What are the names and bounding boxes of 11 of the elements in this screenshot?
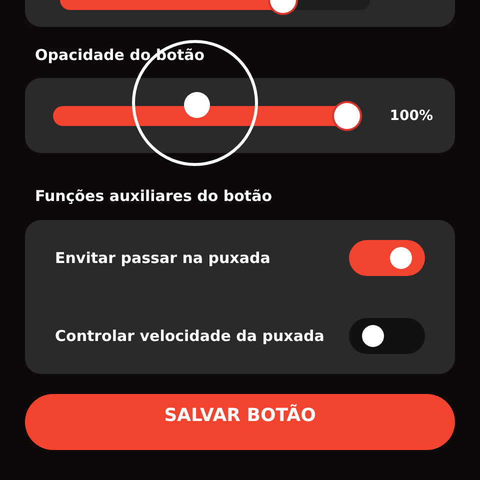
opacity-value: 100% <box>390 108 433 124</box>
toggle-label: Controlar velocidade da puxada <box>55 327 324 345</box>
save-button[interactable]: SALVAR BOTÃO <box>25 394 455 450</box>
section-heading: Funções auxiliares do botão <box>35 186 274 206</box>
section-heading: Opacidade do botão <box>35 45 206 65</box>
toggle-switch[interactable] <box>349 318 425 354</box>
slider-thumb[interactable] <box>334 102 360 128</box>
toggle-label: Envitar passar na puxada <box>55 249 270 267</box>
opacity-slider-track[interactable] <box>53 102 360 130</box>
toggle-switch[interactable] <box>349 240 425 276</box>
touch-point-overlay <box>184 92 210 118</box>
